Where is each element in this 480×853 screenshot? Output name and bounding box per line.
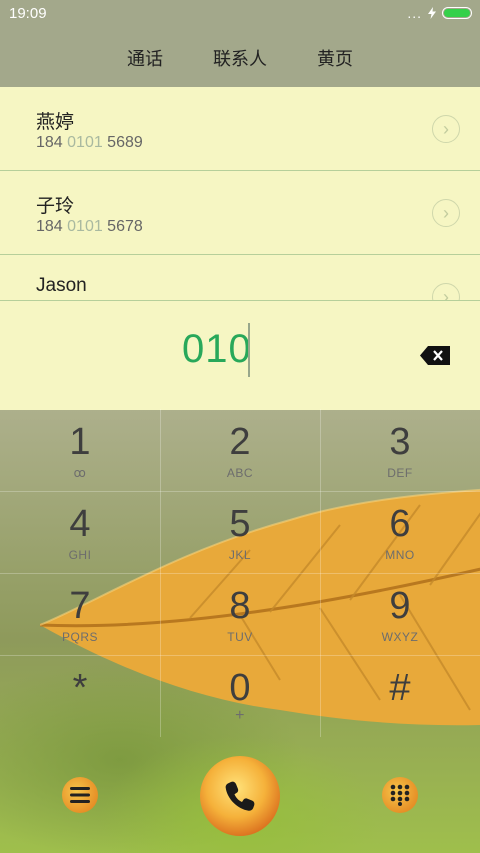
charging-icon	[428, 7, 436, 19]
key-letters: WXYZ	[381, 630, 419, 644]
status-icons: ...	[407, 6, 472, 20]
key-8[interactable]: 8 TUV	[160, 573, 320, 655]
tab-header: 通话 联系人 黄页	[0, 28, 480, 87]
call-button[interactable]	[200, 756, 280, 836]
dialpad-toggle-button[interactable]	[382, 777, 418, 813]
text-cursor	[248, 323, 250, 377]
dialpad-icon	[390, 784, 410, 806]
number-suffix: 5689	[102, 134, 143, 151]
key-digit: 0	[229, 667, 251, 709]
number-prefix: 184	[36, 218, 68, 235]
number-match: 0101	[67, 134, 103, 151]
key-digit: 8	[229, 585, 251, 627]
contact-row[interactable]: 燕婷 184 0101 5689 ›	[0, 87, 480, 171]
chevron-right-icon[interactable]: ›	[432, 199, 460, 227]
key-letters: TUV	[227, 630, 253, 644]
key-letters: JKL	[228, 548, 252, 562]
dial-keypad: 1 ꝏ 2 ABC 3 DEF 4 GHI 5 JKL 6 MNO 7 PQRS…	[0, 409, 480, 737]
contact-suggestion-list: 燕婷 184 0101 5689 › 子玲 184 0101 5678 › Ja…	[0, 87, 480, 300]
key-9[interactable]: 9 WXYZ	[320, 573, 480, 655]
key-3[interactable]: 3 DEF	[320, 409, 480, 491]
tab-calls[interactable]: 通话	[127, 45, 163, 71]
contact-name: 子玲	[36, 196, 75, 217]
battery-level	[444, 9, 470, 17]
phone-icon	[225, 781, 255, 811]
key-2[interactable]: 2 ABC	[160, 409, 320, 491]
key-digit: *	[72, 667, 88, 709]
key-1[interactable]: 1 ꝏ	[0, 409, 160, 491]
tab-yellow-pages[interactable]: 黄页	[317, 45, 353, 71]
key-letters: GHI	[68, 548, 92, 562]
chevron-right-icon[interactable]: ›	[432, 115, 460, 143]
key-letters: PQRS	[61, 630, 98, 644]
key-digit: 9	[389, 585, 411, 627]
key-star[interactable]: *	[0, 655, 160, 737]
key-digit: 7	[69, 585, 91, 627]
contact-number: 184 0101 5689	[36, 134, 143, 152]
clock: 19:09	[9, 5, 47, 22]
contact-name: Jason	[36, 275, 87, 296]
key-0[interactable]: 0 +	[160, 655, 320, 737]
key-letters: +	[235, 707, 245, 724]
status-bar: 19:09 ...	[0, 0, 480, 28]
dial-input-area: 010	[0, 300, 480, 410]
contact-row[interactable]: 子玲 184 0101 5678 ›	[0, 171, 480, 255]
tab-contacts[interactable]: 联系人	[213, 45, 267, 71]
number-prefix: 184	[36, 134, 68, 151]
dial-number-display[interactable]: 010	[182, 327, 252, 372]
key-letters: DEF	[387, 466, 413, 480]
key-6[interactable]: 6 MNO	[320, 491, 480, 573]
number-match: 0101	[67, 218, 103, 235]
key-digit: #	[389, 667, 411, 709]
contact-number: 184 0101 5678	[36, 218, 143, 236]
key-7[interactable]: 7 PQRS	[0, 573, 160, 655]
key-digit: 6	[389, 503, 411, 545]
key-5[interactable]: 5 JKL	[160, 491, 320, 573]
menu-icon	[70, 787, 90, 803]
more-notifications-icon: ...	[407, 5, 422, 21]
key-digit: 1	[69, 421, 91, 463]
dialer-screen: 19:09 ... 通话 联系人 黄页 燕婷 184 0101 5689 › 子…	[0, 0, 480, 853]
key-hash[interactable]: #	[320, 655, 480, 737]
key-digit: 2	[229, 421, 251, 463]
menu-button[interactable]	[62, 777, 98, 813]
key-letters: ABC	[226, 466, 254, 480]
key-4[interactable]: 4 GHI	[0, 491, 160, 573]
key-digit: 5	[229, 503, 251, 545]
backspace-icon[interactable]	[420, 346, 450, 365]
voicemail-icon: ꝏ	[73, 466, 87, 480]
number-suffix: 5678	[102, 218, 143, 235]
contact-row[interactable]: Jason ›	[0, 255, 480, 300]
key-letters: MNO	[385, 548, 415, 562]
contact-name: 燕婷	[36, 112, 75, 133]
chevron-right-icon[interactable]: ›	[432, 283, 460, 300]
battery-icon	[442, 7, 472, 19]
key-digit: 4	[69, 503, 91, 545]
key-digit: 3	[389, 421, 411, 463]
